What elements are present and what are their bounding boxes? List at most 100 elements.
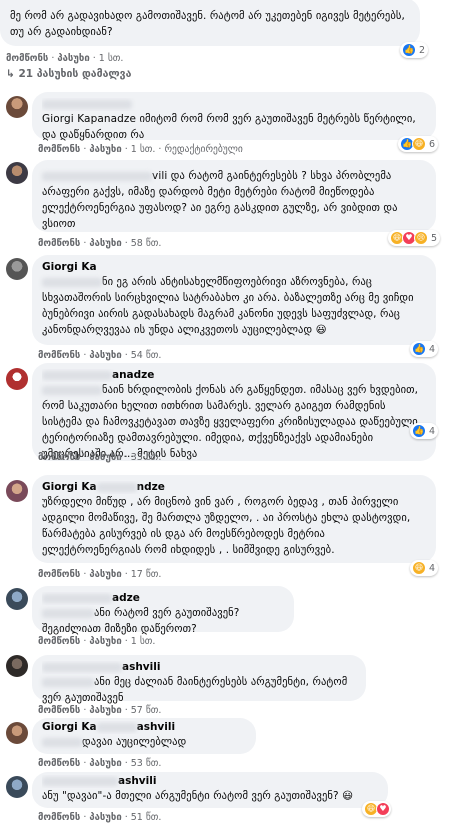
reaction-summary[interactable]: 😆 ♥ 😢 5 — [388, 230, 441, 246]
reaction-count: 2 — [419, 44, 426, 56]
like-button[interactable]: მომწონს — [38, 569, 80, 580]
timestamp[interactable]: 1 სთ. — [99, 53, 124, 64]
avatar[interactable] — [6, 776, 28, 798]
comment-actions: მომწონს · პასუხი · 58 წთ. — [38, 238, 162, 249]
commenter-name[interactable]: Giorgi Ka — [42, 261, 426, 274]
smile-emoji: 😃 — [315, 324, 327, 336]
sad-icon: 😢 — [414, 231, 428, 245]
comment-actions: მომწონს · პასუხი · 17 წთ. — [38, 569, 162, 580]
comment-bubble: ashvili ანი მეც ძალიან მაინტერესებს არგუ… — [32, 655, 366, 704]
reply-button[interactable]: პასუხი — [89, 812, 121, 823]
like-button[interactable]: მომწონს — [38, 812, 80, 823]
commenter-name[interactable] — [42, 98, 426, 111]
reaction-count: 4 — [429, 425, 436, 437]
like-button[interactable]: მომწონს — [6, 53, 48, 64]
comment-text: დავაი აუცილებლად — [42, 734, 246, 750]
comment-text: ნი ეგ არის ანტისახელმწიფოებრივი აზროვნებ… — [42, 276, 414, 336]
reply-button[interactable]: პასუხი — [89, 238, 121, 249]
timestamp[interactable]: 17 წთ. — [131, 569, 162, 580]
haha-icon: 😆 — [412, 561, 426, 575]
comment-actions: მომწონს · პასუხი · 57 წთ. — [38, 705, 162, 716]
like-icon: 👍 — [412, 342, 426, 356]
commenter-name[interactable]: Giorgi Ka ashvili — [42, 721, 246, 734]
reply-button[interactable]: პასუხი — [89, 705, 121, 716]
timestamp[interactable]: 58 წთ. — [131, 238, 162, 249]
avatar[interactable] — [6, 480, 28, 502]
love-icon: ♥ — [376, 802, 390, 816]
reply-button[interactable]: პასუხი — [89, 569, 121, 580]
reaction-count: 6 — [429, 138, 436, 150]
comment-text: ანუ "დავაი"-ა მთელი არგუმენტი რატომ ვერ … — [42, 790, 354, 802]
comment-text: მე რომ არ გადავიხადო გამოთიშავენ. რატომ … — [10, 10, 405, 38]
comment-actions: მომწონს · პასუხი · 1 სთ. — [6, 53, 124, 64]
comment-bubble: adze ანი რატომ ვერ გაუთიშავენ? შეგიძლიათ… — [32, 586, 294, 635]
commenter-name[interactable]: ashvili — [42, 775, 378, 788]
like-button[interactable]: მომწონს — [38, 705, 80, 716]
comment-actions: მომწონს · პასუხი · 1 სთ. — [38, 636, 156, 647]
reaction-count: 4 — [429, 343, 436, 355]
comment-actions: მომწონს · პასუხი · 1 სთ. · რედაქტირებული — [38, 144, 243, 155]
comment-bubble: vili და რატომ გაინტერესებს ? სხვა პრობლე… — [32, 160, 436, 232]
comment-text: ნაინ ხრდილობის ქონას არ გაწყენდეთ. იმასა… — [42, 384, 419, 460]
timestamp[interactable]: 33 წთ. — [131, 452, 162, 463]
comment-text: Giorgi Kapanadze იმიტომ რომ რომ ვერ გაუთ… — [42, 113, 416, 141]
comment-text: vili და რატომ გაინტერესებს ? სხვა პრობლე… — [42, 170, 398, 230]
reply-button[interactable]: პასუხი — [89, 758, 121, 769]
reply-button[interactable]: პასუხი — [57, 53, 89, 64]
avatar[interactable] — [6, 655, 28, 677]
like-button[interactable]: მომწონს — [38, 452, 80, 463]
comment-bubble: Giorgi Ka ndze უზრდელი მიწუდ , არ მიცნობ … — [32, 475, 436, 563]
comment-actions: მომწონს · პასუხი · 51 წთ. — [38, 812, 162, 823]
like-button[interactable]: მომწონს — [38, 758, 80, 769]
commenter-name[interactable]: anadze — [42, 369, 426, 382]
reaction-summary[interactable]: 😆 4 — [410, 560, 439, 576]
reply-button[interactable]: პასუხი — [89, 636, 121, 647]
like-button[interactable]: მომწონს — [38, 144, 80, 155]
comment-actions: მომწონს · პასუხი · 53 წთ. — [38, 758, 162, 769]
like-button[interactable]: მომწონს — [38, 636, 80, 647]
avatar[interactable] — [6, 368, 28, 390]
avatar[interactable] — [6, 96, 28, 118]
reply-arrow-icon: ↳ — [6, 68, 19, 80]
comment-bubble: ashvili ანუ "დავაი"-ა მთელი არგუმენტი რა… — [32, 772, 388, 808]
comment-bubble: Giorgi Ka ნი ეგ არის ანტისახელმწიფოებრივ… — [32, 255, 436, 345]
hide-replies-link[interactable]: ↳ 21 პასუხის დამალვა — [6, 68, 131, 80]
avatar[interactable] — [6, 588, 28, 610]
comment-text: ანი მეც ძალიან მაინტერესებს არგუმენტი, რ… — [42, 676, 348, 704]
comment-actions: მომწონს · პასუხი · 33 წთ. — [38, 452, 162, 463]
avatar[interactable] — [6, 162, 28, 184]
like-icon: 👍 — [402, 43, 416, 57]
comment-bubble: Giorgi Ka ashvili დავაი აუცილებლად — [32, 718, 256, 754]
reaction-summary[interactable]: 😆 ♥ — [362, 801, 391, 817]
comment-actions: მომწონს · პასუხი · 54 წთ. — [38, 350, 162, 361]
reply-button[interactable]: პასუხი — [89, 452, 121, 463]
reaction-count: 4 — [429, 562, 436, 574]
comment-text: უზრდელი მიწუდ , არ მიცნობ ვინ ვარ , როგო… — [42, 496, 411, 556]
avatar[interactable] — [6, 722, 28, 744]
edited-label: რედაქტირებული — [164, 144, 243, 155]
commenter-name[interactable]: Giorgi Ka ndze — [42, 481, 426, 494]
comment-bubble: anadze ნაინ ხრდილობის ქონას არ გაწყენდეთ… — [32, 363, 436, 461]
reply-button[interactable]: პასუხი — [89, 350, 121, 361]
reaction-summary[interactable]: 👍 😆 6 — [398, 136, 439, 152]
commenter-name[interactable]: adze — [42, 592, 284, 605]
like-button[interactable]: მომწონს — [38, 350, 80, 361]
reaction-summary[interactable]: 👍 4 — [410, 423, 439, 439]
reply-button[interactable]: პასუხი — [89, 144, 121, 155]
timestamp[interactable]: 1 სთ. — [131, 636, 156, 647]
avatar[interactable] — [6, 258, 28, 280]
like-button[interactable]: მომწონს — [38, 238, 80, 249]
timestamp[interactable]: 1 სთ. — [131, 144, 156, 155]
timestamp[interactable]: 54 წთ. — [131, 350, 162, 361]
reaction-summary[interactable]: 👍 2 — [400, 42, 429, 58]
like-icon: 👍 — [412, 424, 426, 438]
reaction-summary[interactable]: 👍 4 — [410, 341, 439, 357]
comment-bubble: Giorgi Kapanadze იმიტომ რომ რომ ვერ გაუთ… — [32, 92, 436, 141]
commenter-name[interactable]: ashvili — [42, 661, 356, 674]
timestamp[interactable]: 51 წთ. — [131, 812, 162, 823]
smile-emoji: 😃 — [342, 790, 354, 802]
haha-icon: 😆 — [412, 137, 426, 151]
timestamp[interactable]: 53 წთ. — [131, 758, 162, 769]
timestamp[interactable]: 57 წთ. — [131, 705, 162, 716]
comment-text: ანი რატომ ვერ გაუთიშავენ? შეგიძლიათ მიზე… — [42, 607, 240, 635]
